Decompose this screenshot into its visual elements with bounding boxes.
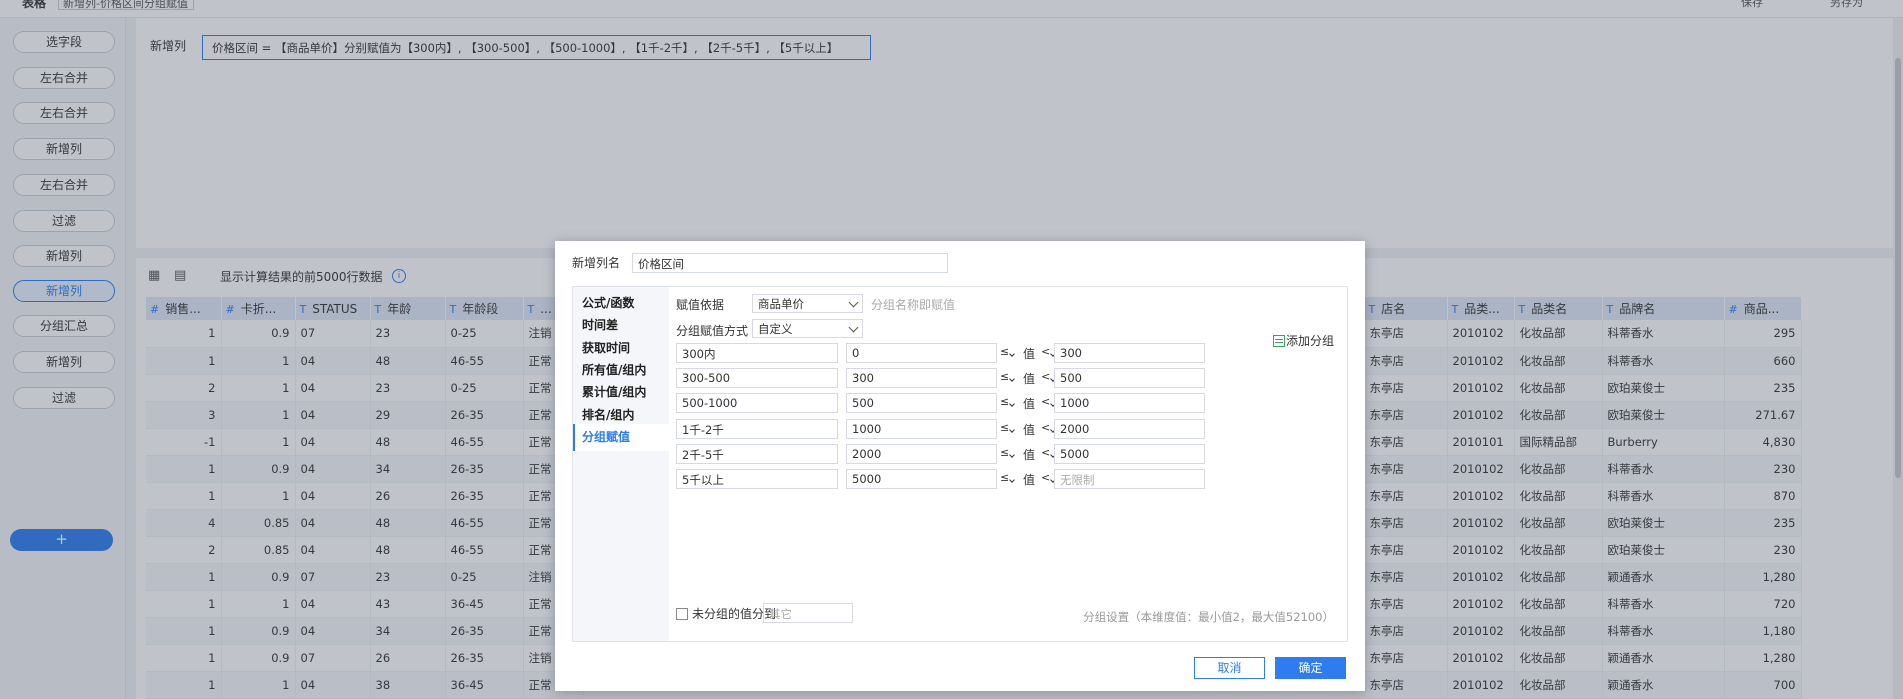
min-operator-select[interactable]: ≤ — [1000, 345, 1016, 358]
cancel-button[interactable]: 取消 — [1194, 657, 1265, 679]
group-row: 300-500 300 ≤ 值 <500 — [676, 368, 1316, 390]
basis-select[interactable]: 商品单价 — [752, 294, 863, 313]
chevron-down-icon — [1009, 351, 1016, 357]
checkbox-icon[interactable] — [676, 608, 688, 620]
group-name-input[interactable]: 300内 — [676, 343, 838, 363]
chevron-down-icon — [848, 322, 859, 333]
group-min-input[interactable]: 500 — [846, 393, 997, 413]
group-max-input[interactable]: 300 — [1054, 343, 1205, 363]
group-name-input[interactable]: 1千-2千 — [676, 419, 838, 439]
group-min-input[interactable]: 300 — [846, 368, 997, 388]
value-label: 值 — [1023, 473, 1036, 487]
column-name-input[interactable]: 价格区间 — [632, 253, 948, 273]
min-operator-select[interactable]: ≤ — [1000, 421, 1016, 434]
chevron-down-icon — [1009, 477, 1016, 483]
group-max-input[interactable]: 2000 — [1054, 419, 1205, 439]
group-min-input[interactable]: 2000 — [846, 444, 997, 464]
group-name-input[interactable]: 2千-5千 — [676, 444, 838, 464]
basis-hint: 分组名称即赋值 — [871, 298, 956, 312]
ok-button[interactable]: 确定 — [1275, 657, 1346, 679]
method-label: 分组赋值方式 — [676, 324, 749, 338]
group-row: 500-1000 500 ≤ 值 <1000 — [676, 393, 1316, 415]
group-row: 300内 0 ≤ 值 <300 — [676, 343, 1316, 365]
group-max-input[interactable]: 无限制 — [1054, 469, 1205, 489]
chevron-down-icon — [1009, 452, 1016, 458]
group-row: 2千-5千 2000 ≤ 值 <5000 — [676, 444, 1316, 466]
chevron-down-icon — [1009, 376, 1016, 382]
new-column-dialog: 新增列名 价格区间 公式/函数 时间差 获取时间 所有值/组内 累计值/组内 排名/组内分… — [555, 241, 1365, 691]
value-label: 值 — [1023, 347, 1036, 361]
menu-item[interactable]: 分组赋值 — [573, 423, 669, 451]
chevron-down-icon — [848, 297, 859, 308]
column-name-label: 新增列名 — [572, 256, 621, 270]
group-name-input[interactable]: 5千以上 — [676, 469, 838, 489]
value-label: 值 — [1023, 423, 1036, 437]
value-label: 值 — [1023, 448, 1036, 462]
group-row: 5千以上 5000 ≤ 值 < 无限制 — [676, 469, 1316, 491]
ungrouped-input[interactable]: 其它 — [763, 603, 853, 623]
value-label: 值 — [1023, 397, 1036, 411]
chevron-down-icon — [1009, 401, 1016, 407]
method-select[interactable]: 自定义 — [752, 319, 863, 338]
group-row: 1千-2千 1000 ≤ 值 <2000 — [676, 419, 1316, 441]
group-min-input[interactable]: 0 — [846, 343, 997, 363]
min-operator-select[interactable]: ≤ — [1000, 471, 1016, 484]
min-operator-select[interactable]: ≤ — [1000, 370, 1016, 383]
group-min-input[interactable]: 1000 — [846, 419, 997, 439]
min-operator-select[interactable]: ≤ — [1000, 395, 1016, 408]
group-name-input[interactable]: 500-1000 — [676, 393, 838, 413]
ungrouped-checkbox[interactable]: 未分组的值分到 — [676, 605, 776, 622]
group-max-input[interactable]: 500 — [1054, 368, 1205, 388]
group-max-input[interactable]: 1000 — [1054, 393, 1205, 413]
group-name-input[interactable]: 300-500 — [676, 368, 838, 388]
basis-value: 商品单价 — [758, 297, 804, 311]
basis-label: 赋值依据 — [676, 298, 725, 312]
chevron-down-icon — [1009, 427, 1016, 433]
dialog-body: 公式/函数 时间差 获取时间 所有值/组内 累计值/组内 排名/组内 分组赋值 赋值依据 商… — [572, 286, 1348, 642]
method-value: 自定义 — [758, 322, 793, 336]
group-settings-note: 分组设置（本维度值：最小值2，最大值52100） — [1083, 610, 1334, 624]
group-min-input[interactable]: 5000 — [846, 469, 997, 489]
function-menu: 公式/函数 时间差 获取时间 所有值/组内 累计值/组内 排名/组内 分组赋值 — [573, 287, 669, 641]
group-max-input[interactable]: 5000 — [1054, 444, 1205, 464]
min-operator-select[interactable]: ≤ — [1000, 446, 1016, 459]
value-label: 值 — [1023, 372, 1036, 386]
